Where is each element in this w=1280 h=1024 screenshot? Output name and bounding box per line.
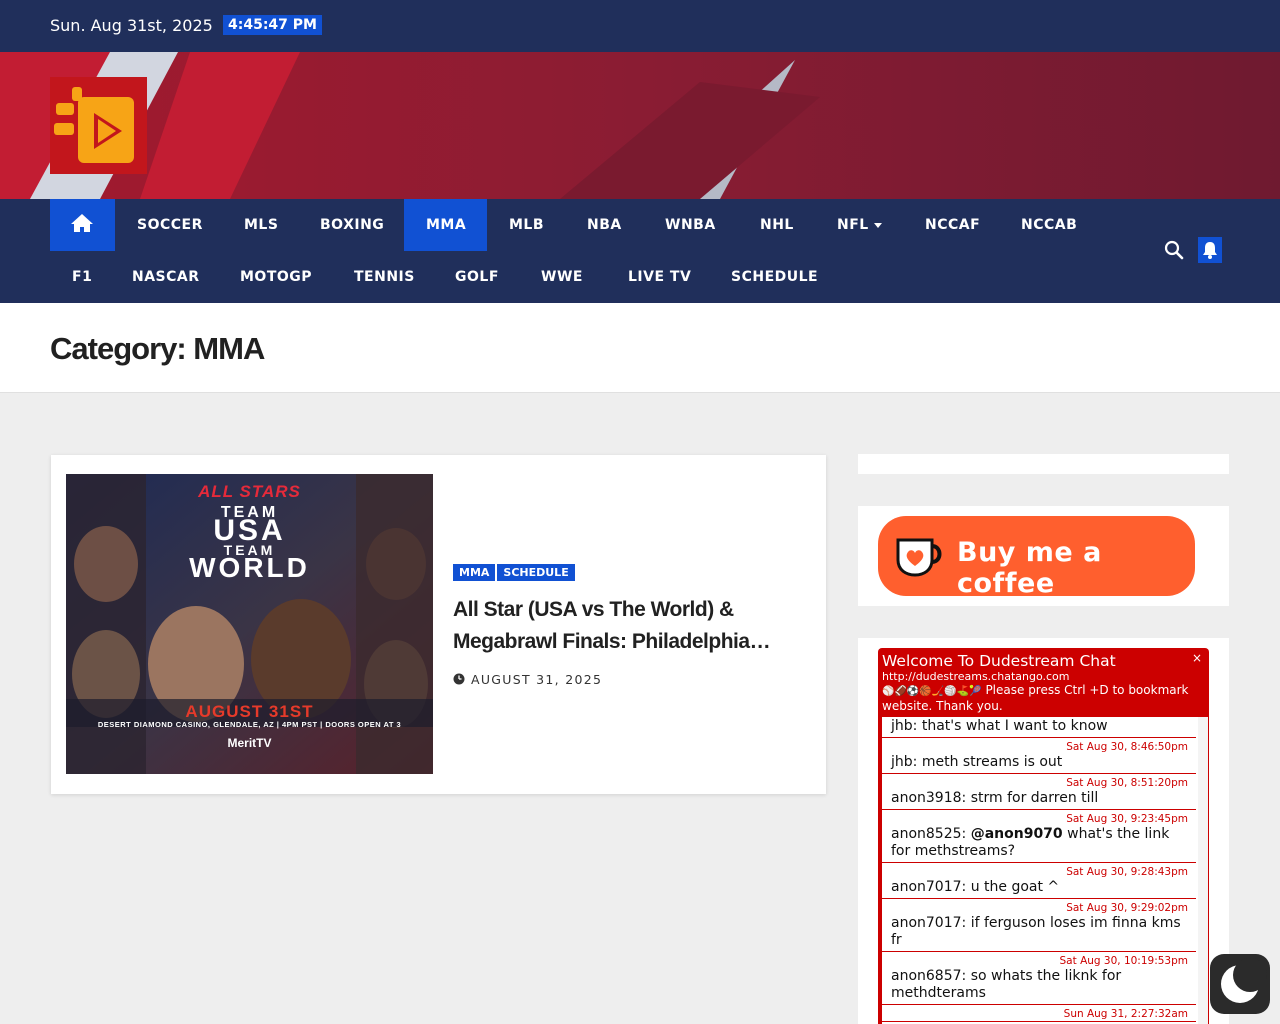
post-tags: MMA SCHEDULE <box>453 561 577 581</box>
chat-username[interactable]: jhb <box>891 754 913 770</box>
chat-text: u the goat ^ <box>970 879 1060 895</box>
notification-button[interactable] <box>1198 237 1222 263</box>
chat-box: Welcome To Dudestream Chat × http://dude… <box>878 648 1209 1024</box>
post-date-text: AUGUST 31, 2025 <box>471 672 603 687</box>
nav-nfl-label: NFL <box>837 217 869 233</box>
buy-me-a-coffee-button[interactable]: Buy me a coffee <box>878 516 1195 599</box>
header-banner <box>0 52 1280 199</box>
chat-description: ⚾🏈⚽🏀🏒🏐⛳🎾 Please press Ctrl +D to bookmar… <box>882 683 1204 713</box>
chat-timestamp: Sat Aug 30, 9:28:43pm <box>1066 866 1188 878</box>
tag-mma[interactable]: MMA <box>453 564 496 581</box>
top-bar: Sun. Aug 31st, 2025 4:45:47 PM <box>0 0 1280 52</box>
nav-nccab[interactable]: NCCAB <box>999 199 1099 251</box>
chat-timestamp: Sat Aug 30, 9:29:02pm <box>1066 902 1188 914</box>
nav-golf[interactable]: GOLF <box>433 251 521 303</box>
nav-home[interactable] <box>50 199 115 251</box>
chat-message: Sat Aug 30, 9:28:43pm anon7017: u the go… <box>882 863 1196 899</box>
chat-timestamp: Sat Aug 30, 9:23:45pm <box>1066 813 1188 825</box>
chat-url[interactable]: http://dudestreams.chatango.com <box>882 670 1069 683</box>
chat-text: meth streams is out <box>921 754 1063 770</box>
post-title-link[interactable]: All Star (USA vs The World) & Megabrawl … <box>453 594 813 658</box>
poster-network: MeritTV <box>227 736 272 750</box>
chat-text: strm for darren till <box>970 790 1099 806</box>
clock-icon <box>453 673 465 685</box>
chat-timestamp: Sun Aug 31, 2:27:32am <box>1063 1008 1188 1020</box>
poster-event-date: AUGUST 31ST <box>185 702 314 721</box>
chat-message: Sat Aug 30, 9:23:45pm anon8525: @anon907… <box>882 810 1196 863</box>
nav-mma[interactable]: MMA <box>404 199 487 251</box>
chat-title: Welcome To Dudestream Chat <box>882 652 1116 670</box>
main-nav: SOCCER MLS BOXING MMA MLB NBA WNBA NHL N… <box>0 199 1280 303</box>
chat-timestamp: Sat Aug 30, 8:51:20pm <box>1066 777 1188 789</box>
chat-message: Sat Aug 30, 10:19:53pm anon6857: so what… <box>882 952 1196 1005</box>
chat-timestamp: Sat Aug 30, 10:19:53pm <box>1059 955 1188 967</box>
chat-mention[interactable]: @anon9070 <box>971 826 1063 842</box>
banner-graphic <box>0 52 1280 199</box>
chat-username[interactable]: anon3918 <box>891 790 962 806</box>
chat-username[interactable]: anon8525 <box>891 826 962 842</box>
coffee-label: Buy me a coffee <box>957 537 1102 599</box>
chat-message: jhb: that's what I want to know <box>882 717 1196 738</box>
nav-wnba[interactable]: WNBA <box>643 199 738 251</box>
nav-live-tv[interactable]: LIVE TV <box>606 251 713 303</box>
nav-f1[interactable]: F1 <box>50 251 114 303</box>
category-header: Category: MMA <box>0 303 1280 393</box>
nav-boxing[interactable]: BOXING <box>298 199 406 251</box>
nav-soccer[interactable]: SOCCER <box>115 199 225 251</box>
nav-motogp[interactable]: MOTOGP <box>218 251 334 303</box>
chat-message: Sun Aug 31, 2:27:32am <box>882 1005 1196 1022</box>
nav-nba[interactable]: NBA <box>565 199 644 251</box>
nav-nascar[interactable]: NASCAR <box>110 251 222 303</box>
poster-line4: WORLD <box>189 552 310 583</box>
coffee-cup-icon <box>896 538 942 577</box>
poster-brand: ALL STARS <box>198 482 301 501</box>
nav-mlb[interactable]: MLB <box>487 199 566 251</box>
poster-venue: DESERT DIAMOND CASINO, GLENDALE, AZ | 4P… <box>97 720 402 729</box>
home-icon <box>71 214 93 232</box>
chat-timestamp: Sat Aug 30, 8:46:50pm <box>1066 741 1188 753</box>
header-date: Sun. Aug 31st, 2025 <box>50 16 213 35</box>
nav-wwe[interactable]: WWE <box>519 251 605 303</box>
chat-message: Sat Aug 30, 8:46:50pm jhb: meth streams … <box>882 738 1196 774</box>
chat-username[interactable]: jhb <box>891 718 913 734</box>
chat-scrollbar[interactable] <box>1198 717 1208 1024</box>
nav-mls[interactable]: MLS <box>222 199 300 251</box>
tag-schedule[interactable]: SCHEDULE <box>497 564 575 581</box>
chat-close-icon[interactable]: × <box>1192 651 1202 665</box>
chat-messages[interactable]: jhb: that's what I want to know Sat Aug … <box>882 717 1208 1024</box>
header-clock: 4:45:47 PM <box>223 15 322 35</box>
nav-schedule[interactable]: SCHEDULE <box>709 251 840 303</box>
nav-nfl[interactable]: NFL <box>815 199 904 251</box>
chat-username[interactable]: anon7017 <box>891 915 962 931</box>
post-date: AUGUST 31, 2025 <box>453 672 602 687</box>
sidebar-widget-empty <box>858 454 1229 474</box>
search-icon[interactable] <box>1164 240 1184 260</box>
page-title: Category: MMA <box>50 331 265 366</box>
site-logo[interactable] <box>50 77 147 174</box>
chat-username[interactable]: anon6857 <box>891 968 962 984</box>
nav-tennis[interactable]: TENNIS <box>332 251 437 303</box>
chat-text: that's what I want to know <box>921 718 1108 734</box>
chat-username[interactable]: anon7017 <box>891 879 962 895</box>
chat-message: Sat Aug 30, 8:51:20pm anon3918: strm for… <box>882 774 1196 810</box>
dark-mode-toggle[interactable] <box>1210 954 1270 1014</box>
post-card: ALL STARS TEAM USA TEAM WORLD AUGUST 31S… <box>51 455 826 794</box>
caret-down-icon <box>873 222 882 228</box>
moon-icon <box>1221 958 1267 1003</box>
chat-message: Sat Aug 30, 9:29:02pm anon7017: if fergu… <box>882 899 1196 952</box>
nav-nccaf[interactable]: NCCAF <box>903 199 1002 251</box>
sidebar-widget-coffee: Buy me a coffee <box>858 506 1229 606</box>
bell-icon <box>1203 242 1217 259</box>
sports-emoji-icons: ⚾🏈⚽🏀🏒🏐⛳🎾 <box>882 686 982 697</box>
nav-nhl[interactable]: NHL <box>738 199 816 251</box>
sidebar-widget-chat: Welcome To Dudestream Chat × http://dude… <box>858 638 1229 1024</box>
post-thumbnail[interactable]: ALL STARS TEAM USA TEAM WORLD AUGUST 31S… <box>66 474 433 774</box>
play-logo-icon <box>54 87 134 163</box>
